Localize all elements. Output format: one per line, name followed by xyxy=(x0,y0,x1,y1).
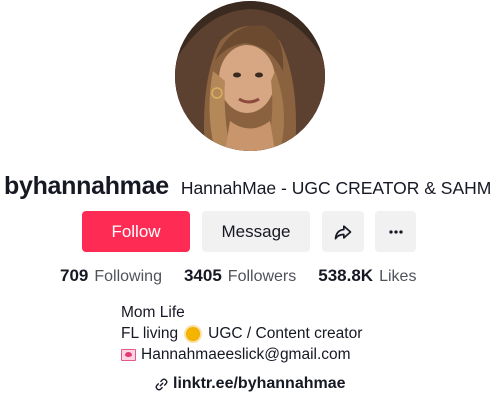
more-dots-icon xyxy=(388,229,403,234)
profile-avatar[interactable] xyxy=(175,1,325,151)
bio-line-3: Hannahmaeeslick@gmail.com xyxy=(121,344,362,365)
username: byhannahmae xyxy=(4,172,169,200)
likes-count: 538.8K xyxy=(318,266,374,285)
profile-stats: 709 Following 3405 Followers 538.8K Like… xyxy=(60,266,438,286)
display-name: HannahMae - UGC CREATOR & SAHM xyxy=(180,178,492,198)
more-options-button[interactable] xyxy=(375,211,416,252)
stat-followers[interactable]: 3405 Followers xyxy=(184,266,296,286)
sun-icon xyxy=(186,326,201,341)
bio-line-2: FL living UGC / Content creator xyxy=(121,323,362,344)
bio-text-mom-life: Mom Life xyxy=(121,304,185,321)
profile-link-text: linktr.ee/byhannahmae xyxy=(173,375,346,392)
love-letter-icon xyxy=(121,348,136,361)
stat-following[interactable]: 709 Following xyxy=(60,266,162,286)
bio-text-fl-living: FL living xyxy=(121,325,179,342)
message-button[interactable]: Message xyxy=(202,211,310,252)
link-icon xyxy=(155,378,168,390)
stat-likes: 538.8K Likes xyxy=(318,266,416,286)
profile-link[interactable]: linktr.ee/byhannahmae xyxy=(154,375,346,393)
followers-label: Followers xyxy=(227,268,297,285)
follow-button[interactable]: Follow xyxy=(82,211,190,252)
avatar-image xyxy=(175,1,325,151)
followers-count: 3405 xyxy=(183,266,222,285)
bio-text-ugc: UGC / Content creator xyxy=(208,325,363,342)
profile-bio: Mom Life FL living UGC / Content creator… xyxy=(121,302,362,365)
bio-line-1: Mom Life xyxy=(121,302,362,323)
share-arrow-icon xyxy=(334,224,352,239)
following-label: Following xyxy=(94,268,162,285)
share-button[interactable] xyxy=(322,211,364,252)
likes-label: Likes xyxy=(379,268,417,285)
following-count: 709 xyxy=(60,266,89,285)
bio-email: Hannahmaeeslick@gmail.com xyxy=(141,346,351,363)
profile-name-row: byhannahmae HannahMae - UGC CREATOR & SA… xyxy=(4,172,491,201)
